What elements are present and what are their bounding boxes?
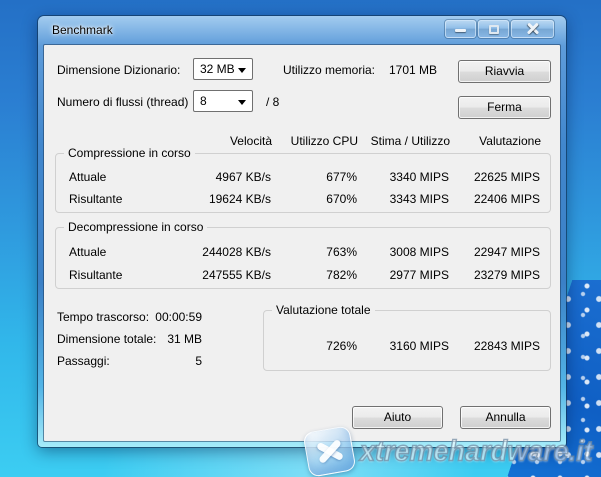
chevron-down-icon [238,68,246,73]
passes-label: Passaggi: [57,354,110,368]
stop-button[interactable]: Ferma [458,96,551,119]
help-button[interactable]: Aiuto [352,406,443,429]
maximize-icon [489,25,499,34]
total-rating-groupbox: Valutazione totale 726% 3160 MIPS 22843 … [263,310,551,371]
passes-value: 5 [116,354,202,368]
row-label-current: Attuale [69,245,106,259]
maximize-button[interactable] [478,20,509,38]
dictionary-size-select[interactable]: 32 MB [193,58,253,80]
desktop-wallpaper: Benchmark Dimensione Dizionario: 32 MB [0,0,601,477]
close-button[interactable] [511,20,554,38]
cancel-button[interactable]: Annulla [460,406,551,429]
decompression-groupbox: Decompressione in corso Attuale 244028 K… [55,227,551,289]
row-label-resulting: Risultante [69,192,122,206]
titlebar[interactable]: Benchmark [38,16,566,45]
dictionary-size-value: 32 MB [200,62,235,76]
window-title: Benchmark [52,23,113,37]
minimize-button[interactable] [445,20,476,38]
total-size-value: 31 MB [116,332,202,346]
row-label-resulting: Risultante [69,268,122,282]
memory-usage-value: 1701 MB [351,63,437,77]
benchmark-window: Benchmark Dimensione Dizionario: 32 MB [38,16,566,447]
column-header-total-rating: Valutazione [421,134,541,148]
total-rating-group-title: Valutazione totale [272,303,375,317]
threads-count-label: Numero di flussi (thread) [57,95,188,109]
row-label-current: Attuale [69,170,106,184]
threads-total-label: / 8 [266,95,279,109]
chevron-down-icon [238,100,246,105]
dialog-client-area: Dimensione Dizionario: 32 MB Utilizzo me… [44,45,560,441]
decompression-resulting-rating: 23279 MIPS [420,268,540,282]
restart-button[interactable]: Riavvia [458,60,551,83]
minimize-icon [455,29,466,32]
compression-current-rating: 22625 MIPS [420,170,540,184]
threads-count-select[interactable]: 8 [193,90,253,112]
threads-count-value: 8 [200,94,207,108]
compression-groupbox: Compressione in corso Attuale 4967 KB/s … [55,153,551,213]
caption-buttons [445,20,554,38]
close-icon [527,23,539,35]
decompression-group-title: Decompressione in corso [64,220,207,234]
decompression-current-rating: 22947 MIPS [420,245,540,259]
total-rating: 22843 MIPS [420,339,540,353]
compression-resulting-rating: 22406 MIPS [420,192,540,206]
elapsed-time-value: 00:00:59 [116,310,202,324]
dictionary-size-label: Dimensione Dizionario: [57,63,180,77]
compression-group-title: Compressione in corso [64,146,195,160]
